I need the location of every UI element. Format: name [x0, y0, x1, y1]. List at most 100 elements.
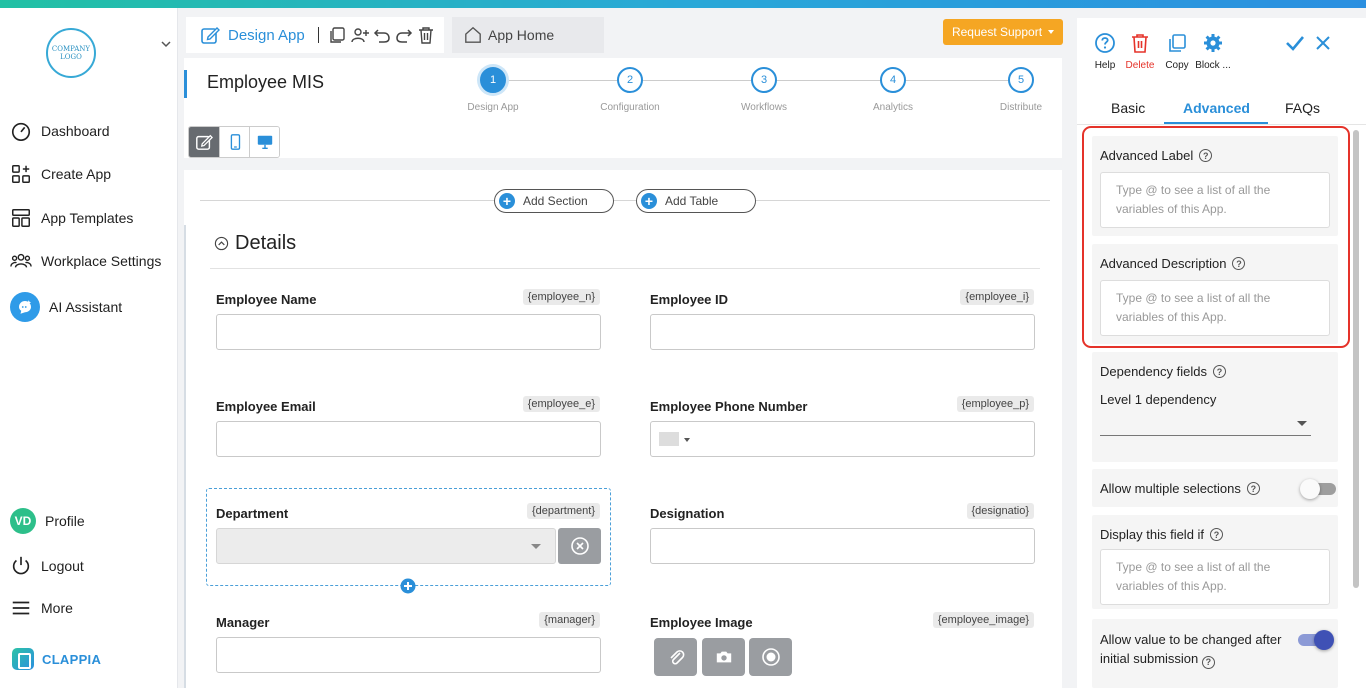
step-number: 5: [1008, 67, 1034, 93]
country-flag-icon[interactable]: [659, 432, 679, 446]
step-workflows[interactable]: 3 Workflows: [724, 67, 804, 113]
dependency-level-label: Level 1 dependency: [1100, 392, 1217, 407]
section-header[interactable]: Details: [214, 232, 296, 255]
variable-tag: {employee_image}: [932, 612, 1034, 628]
add-field-below-icon[interactable]: [400, 578, 416, 594]
tab-faqs[interactable]: FAQs: [1285, 100, 1320, 116]
help-button[interactable]: Help: [1093, 32, 1117, 71]
step-number: 2: [617, 67, 643, 93]
sidebar-item-create-app[interactable]: Create App: [10, 163, 111, 185]
panel-scrollbar[interactable]: [1353, 130, 1359, 588]
tab-app-home[interactable]: App Home: [452, 17, 604, 53]
field-label: Employee Image: [650, 615, 753, 630]
redo-icon[interactable]: [395, 26, 413, 44]
add-user-icon[interactable]: [351, 26, 369, 44]
block-settings-button[interactable]: Block ...: [1193, 32, 1233, 71]
undo-icon[interactable]: [373, 26, 391, 44]
text-input[interactable]: [216, 637, 601, 673]
display-condition-input[interactable]: [1100, 549, 1330, 605]
sidebar-item-label: AI Assistant: [49, 299, 123, 315]
attach-file-button[interactable]: [654, 638, 697, 676]
sidebar-item-workplace-settings[interactable]: Workplace Settings: [10, 250, 161, 272]
tab-advanced[interactable]: Advanced: [1183, 100, 1250, 116]
record-button[interactable]: [749, 638, 792, 676]
step-analytics[interactable]: 4 Analytics: [853, 67, 933, 113]
text-input[interactable]: [650, 528, 1035, 564]
check-icon[interactable]: [1284, 32, 1306, 54]
step-distribute[interactable]: 5 Distribute: [981, 67, 1061, 113]
toggle-knob: [1300, 479, 1320, 499]
variable-tag: {employee_i}: [960, 289, 1034, 305]
variable-tag: {employee_p}: [956, 396, 1034, 412]
sidebar-item-profile[interactable]: VD Profile: [10, 508, 85, 534]
grid-plus-icon: [12, 165, 30, 183]
help-circle-icon[interactable]: ?: [1212, 365, 1226, 378]
trash-icon[interactable]: [417, 26, 435, 44]
sidebar-item-label: Logout: [41, 558, 84, 574]
step-configuration[interactable]: 2 Configuration: [590, 67, 670, 113]
field-label: Employee Email: [216, 399, 316, 414]
help-circle-icon[interactable]: ?: [1246, 482, 1260, 495]
allow-change-card: Allow value to be changed after initial …: [1092, 619, 1338, 688]
edit-icon: [196, 134, 213, 150]
phone-input[interactable]: [650, 421, 1035, 457]
request-support-button[interactable]: Request Support: [943, 19, 1063, 45]
help-circle-icon[interactable]: ?: [1201, 656, 1215, 669]
edit-view-button[interactable]: [189, 127, 219, 157]
step-design-app[interactable]: 1 Design App: [453, 67, 533, 113]
text-input[interactable]: [216, 421, 601, 457]
button-label: Add Section: [523, 194, 588, 208]
design-toolbar-icons: [318, 26, 435, 44]
help-circle-icon[interactable]: ?: [1210, 528, 1224, 541]
add-section-button[interactable]: + Add Section: [494, 189, 614, 213]
sidebar-item-more[interactable]: More: [10, 597, 73, 619]
duplicate-icon[interactable]: [329, 26, 347, 44]
close-circle-icon: [570, 537, 589, 555]
chevron-down-icon[interactable]: [160, 38, 172, 50]
step-number: 1: [480, 67, 506, 93]
sidebar-item-app-templates[interactable]: App Templates: [10, 207, 133, 229]
page-title: Employee MIS: [207, 72, 325, 92]
capture-photo-button[interactable]: [702, 638, 745, 676]
sidebar-item-logout[interactable]: Logout: [10, 555, 84, 577]
card-title: Allow value to be changed after initial …: [1100, 630, 1290, 669]
plus-circle-icon: +: [499, 193, 515, 209]
allow-change-toggle[interactable]: [1298, 630, 1334, 650]
close-icon[interactable]: [1315, 35, 1331, 51]
sidebar-item-label: Workplace Settings: [41, 253, 162, 269]
templates-icon: [12, 209, 30, 227]
field-label: Employee Name: [216, 292, 317, 307]
clear-selection-button[interactable]: [558, 528, 601, 564]
add-table-button[interactable]: + Add Table: [636, 189, 756, 213]
divider: [318, 27, 319, 43]
allow-multiple-toggle[interactable]: [1300, 479, 1336, 499]
top-gradient-bar: [0, 0, 1366, 8]
dependency-select[interactable]: [1100, 412, 1311, 436]
copy-button[interactable]: Copy: [1164, 32, 1190, 71]
step-label: Analytics: [872, 102, 913, 113]
desktop-view-button[interactable]: [249, 127, 279, 157]
variable-tag: {employee_e}: [522, 396, 600, 412]
mobile-view-button[interactable]: [219, 127, 249, 157]
text-input[interactable]: [650, 314, 1035, 350]
tab-label: App Home: [488, 27, 555, 43]
delete-button[interactable]: Delete: [1124, 32, 1156, 71]
sidebar-item-label: Profile: [45, 513, 85, 529]
department-select[interactable]: [216, 528, 556, 564]
button-label: Copy: [1165, 60, 1189, 71]
tab-basic[interactable]: Basic: [1111, 100, 1145, 116]
sidebar-item-ai-assistant[interactable]: AI Assistant: [10, 292, 122, 322]
company-logo[interactable]: COMPANY LOGO: [46, 28, 96, 78]
trash-icon: [1132, 34, 1148, 53]
card-title: Dependency fields?: [1100, 364, 1226, 379]
sidebar-item-label: App Templates: [41, 210, 134, 226]
button-label: Help: [1094, 60, 1116, 71]
collapse-chevron-icon[interactable]: [214, 236, 229, 251]
variable-tag: {manager}: [539, 612, 600, 628]
card-title-text: Dependency fields: [1100, 364, 1207, 379]
field-label: Designation: [650, 506, 725, 521]
card-title: Allow multiple selections?: [1100, 481, 1260, 496]
text-input[interactable]: [216, 314, 601, 350]
variable-tag: {department}: [527, 503, 600, 519]
sidebar-item-dashboard[interactable]: Dashboard: [10, 120, 110, 142]
